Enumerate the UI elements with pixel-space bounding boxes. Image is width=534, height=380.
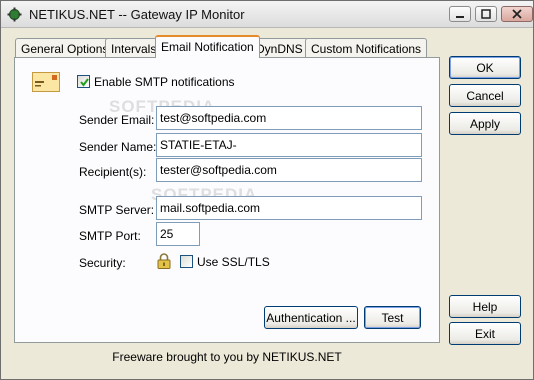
test-button[interactable]: Test — [364, 306, 421, 329]
security-label: Security: — [79, 256, 126, 270]
envelope-icon — [32, 72, 60, 92]
close-icon — [512, 9, 522, 19]
minimize-button[interactable] — [449, 6, 471, 22]
use-ssl-label: Use SSL/TLS — [197, 255, 270, 269]
cancel-button[interactable]: Cancel — [449, 84, 521, 107]
enable-smtp-checkbox[interactable] — [77, 75, 90, 88]
recipients-label: Recipient(s): — [79, 165, 147, 179]
sender-email-label: Sender Email: — [79, 113, 155, 127]
sender-email-field[interactable]: test@softpedia.com — [156, 106, 422, 130]
minimize-icon — [456, 16, 464, 18]
ok-button[interactable]: OK — [449, 56, 521, 79]
tab-intervals[interactable]: Intervals — [105, 38, 163, 58]
help-button[interactable]: Help — [449, 295, 521, 318]
tab-email-notification[interactable]: Email Notification — [155, 35, 260, 58]
tab-label: Custom Notifications — [311, 42, 422, 56]
tab-general-options[interactable]: General Options — [15, 38, 115, 58]
maximize-icon — [481, 9, 491, 19]
title-bar[interactable]: NETIKUS.NET -- Gateway IP Monitor — [1, 1, 533, 28]
use-ssl-checkbox[interactable] — [180, 255, 193, 268]
maximize-button[interactable] — [475, 6, 497, 22]
close-button[interactable] — [501, 6, 533, 22]
exit-button[interactable]: Exit — [449, 322, 521, 345]
tab-label: Email Notification — [161, 40, 254, 54]
app-icon — [7, 7, 22, 22]
window-title: NETIKUS.NET -- Gateway IP Monitor — [29, 7, 245, 22]
recipients-field[interactable]: tester@softpedia.com — [156, 158, 422, 182]
smtp-server-label: SMTP Server: — [79, 203, 155, 217]
smtp-server-field[interactable]: mail.softpedia.com — [156, 196, 422, 220]
tab-custom-notifications[interactable]: Custom Notifications — [305, 38, 428, 58]
smtp-port-field[interactable]: 25 — [156, 222, 200, 246]
main-window: NETIKUS.NET -- Gateway IP Monitor Genera… — [0, 0, 534, 380]
sender-name-field[interactable]: STATIE-ETAJ- — [156, 133, 422, 157]
enable-smtp-label: Enable SMTP notifications — [94, 75, 235, 89]
sender-name-label: Sender Name: — [79, 140, 157, 154]
authentication-button[interactable]: Authentication ... — [264, 306, 358, 329]
lock-icon — [157, 253, 171, 269]
smtp-port-label: SMTP Port: — [79, 229, 141, 243]
tab-label: Intervals — [111, 42, 157, 56]
tab-label: General Options — [21, 42, 109, 56]
tab-label: DynDNS — [256, 42, 303, 56]
checkmark-icon — [80, 78, 89, 87]
footer-text: Freeware brought to you by NETIKUS.NET — [112, 350, 342, 364]
apply-button[interactable]: Apply — [449, 112, 521, 135]
